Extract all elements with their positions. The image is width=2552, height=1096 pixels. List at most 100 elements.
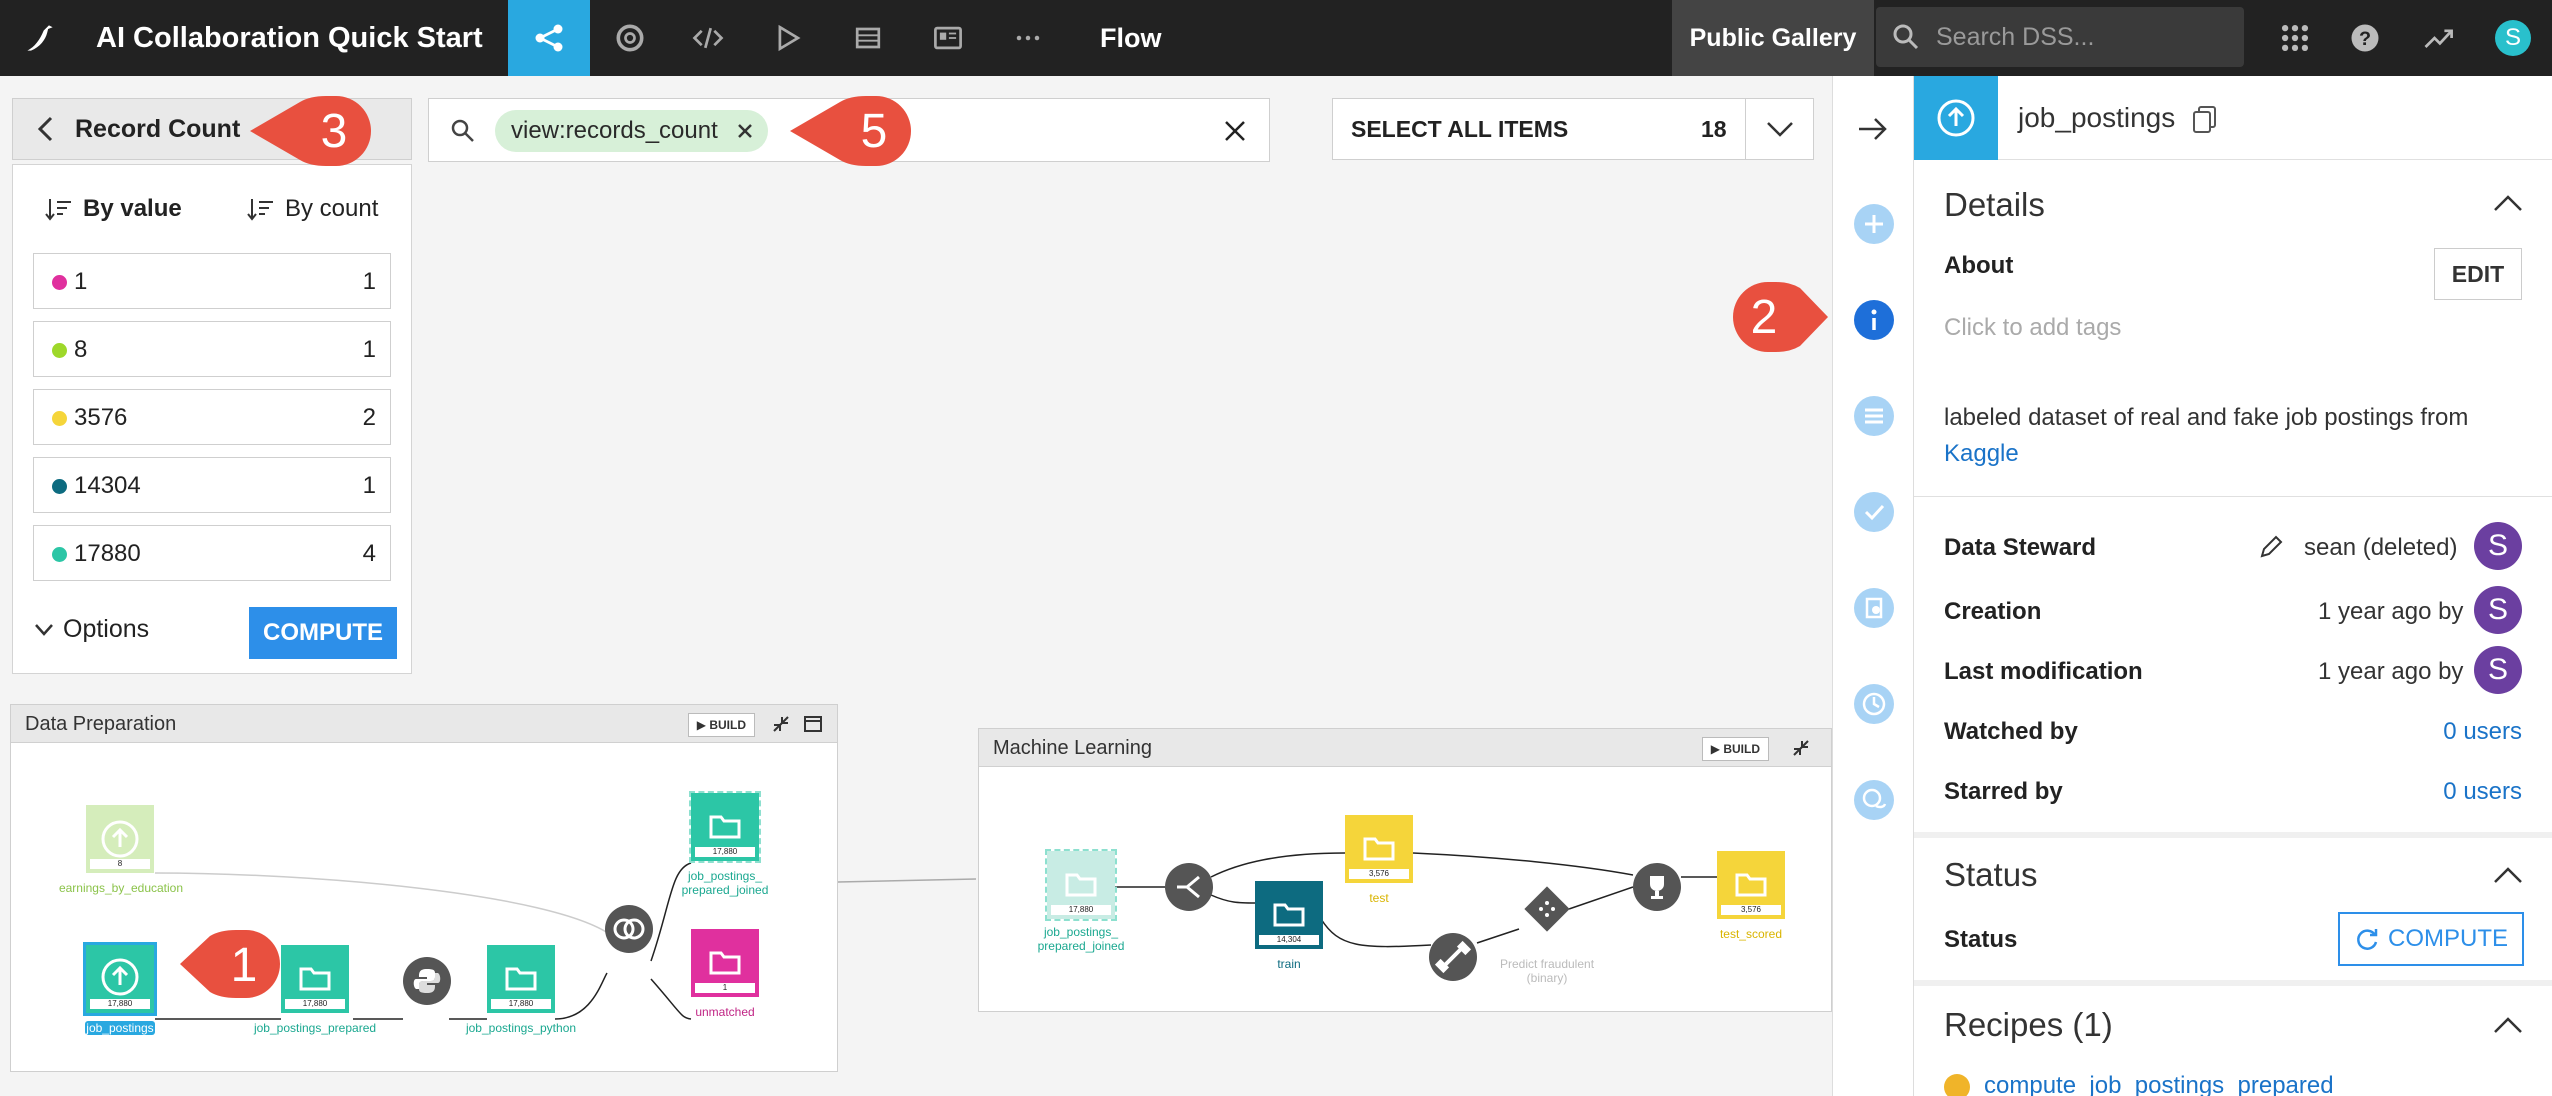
python-dataset-node[interactable]: 17,880: [487, 945, 555, 1013]
node-count: 3,576: [1349, 869, 1409, 879]
refresh-icon: [2357, 929, 2378, 950]
node-label: job_postings_python: [465, 1021, 577, 1035]
check-icon[interactable]: [1854, 492, 1894, 532]
unmatched-dataset-node[interactable]: 1: [691, 929, 759, 997]
chevron-up-icon[interactable]: [2492, 192, 2524, 214]
color-dot: [52, 343, 67, 358]
dashboard-icon[interactable]: [908, 0, 988, 76]
watched-by-link[interactable]: 0 users: [2443, 718, 2522, 746]
edit-button[interactable]: EDIT: [2434, 248, 2522, 300]
public-gallery-button[interactable]: Public Gallery: [1672, 0, 1874, 76]
options-toggle[interactable]: Options: [33, 615, 149, 644]
avatar[interactable]: S: [2474, 586, 2522, 634]
chevron-down-icon[interactable]: [1765, 119, 1795, 139]
select-all-items[interactable]: SELECT ALL ITEMS 18: [1332, 98, 1814, 160]
avatar[interactable]: S: [2474, 522, 2522, 570]
node-label: job_postings_prepared: [253, 1021, 377, 1035]
row-value: 3576: [74, 404, 128, 431]
collapse-icon[interactable]: [771, 714, 791, 734]
job-postings-dataset-node[interactable]: 17,880: [83, 942, 157, 1016]
upload-dataset-icon: [1914, 76, 1998, 160]
status-compute-button[interactable]: COMPUTE: [2338, 912, 2524, 966]
node-label: unmatched: [695, 1005, 755, 1019]
record-count-panel: By value By count 1 1 8 1 3576 2 14304 1…: [12, 164, 412, 674]
user-avatar[interactable]: S: [2474, 0, 2552, 76]
recipe-link[interactable]: compute_job_postings_prepared: [1984, 1072, 2334, 1096]
kaggle-link[interactable]: Kaggle: [1944, 440, 2019, 468]
train-recipe-node[interactable]: [1429, 933, 1477, 981]
copy-icon[interactable]: [2192, 104, 2218, 134]
flow-icon[interactable]: [508, 0, 590, 76]
close-icon[interactable]: [736, 122, 754, 140]
add-tags-field[interactable]: Click to add tags: [1944, 314, 2121, 342]
run-icon[interactable]: [748, 0, 828, 76]
build-button[interactable]: ▶ BUILD: [1701, 737, 1769, 761]
code-icon[interactable]: [668, 0, 748, 76]
pencil-icon[interactable]: [2256, 532, 2286, 562]
callout-5: 5: [780, 90, 920, 172]
last-modification-value: 1 year ago by: [2318, 658, 2464, 685]
split-recipe-node[interactable]: [1165, 863, 1213, 911]
model-node[interactable]: [1519, 881, 1575, 937]
sort-by-value[interactable]: By value: [45, 195, 182, 223]
test-dataset-node[interactable]: 3,576: [1345, 815, 1413, 883]
clear-icon[interactable]: [1223, 119, 1247, 143]
python-recipe-node[interactable]: [403, 957, 451, 1005]
maximize-icon[interactable]: [803, 714, 823, 734]
chevron-up-icon[interactable]: [2492, 1014, 2524, 1036]
search-input[interactable]: [1936, 22, 2226, 52]
value-row[interactable]: 17880 4: [33, 525, 391, 581]
lifecycle-icon[interactable]: [590, 0, 670, 76]
python-icon: [413, 969, 441, 993]
arrow-right-icon[interactable]: [1855, 114, 1891, 144]
creation-value: 1 year ago by: [2318, 598, 2464, 625]
sort-by-count-label: By count: [285, 195, 379, 222]
discussion-icon[interactable]: [1854, 780, 1894, 820]
chevron-up-icon[interactable]: [2492, 864, 2524, 886]
value-row[interactable]: 14304 1: [33, 457, 391, 513]
machine-learning-zone[interactable]: Machine Learning ▶ BUILD 17,880 job_post…: [978, 728, 1832, 1012]
join-recipe-node[interactable]: [605, 905, 653, 953]
apps-grid-icon[interactable]: [2256, 0, 2334, 76]
data-preparation-zone[interactable]: Data Preparation ▶ BUILD 8 earnings_by_e…: [10, 704, 838, 1072]
value-row[interactable]: 1 1: [33, 253, 391, 309]
callout-number: 3: [320, 105, 348, 158]
info-icon[interactable]: [1854, 300, 1894, 340]
plus-icon[interactable]: [1854, 204, 1894, 244]
project-title[interactable]: AI Collaboration Quick Start: [96, 0, 483, 76]
value-row[interactable]: 3576 2: [33, 389, 391, 445]
more-icon[interactable]: [988, 0, 1068, 76]
row-value: 14304: [74, 472, 141, 499]
build-button[interactable]: ▶ BUILD: [687, 713, 755, 737]
collapse-icon[interactable]: [1791, 738, 1811, 758]
options-label: Options: [63, 615, 150, 643]
node-count: 17,880: [1051, 905, 1111, 915]
trend-icon[interactable]: [2400, 0, 2478, 76]
filter-chip[interactable]: view:records_count: [495, 110, 768, 152]
prepared-dataset-node[interactable]: 17,880: [281, 945, 349, 1013]
row-count: 4: [362, 540, 376, 567]
train-dataset-node[interactable]: 14,304: [1255, 881, 1323, 949]
joined-dataset-node[interactable]: 17,880: [689, 791, 761, 863]
dataiku-bird-logo-icon[interactable]: [0, 0, 80, 76]
joined-dataset-node[interactable]: 17,880: [1045, 849, 1117, 921]
schema-icon[interactable]: [1854, 396, 1894, 436]
deployer-icon[interactable]: [828, 0, 908, 76]
earnings-dataset-node[interactable]: 8: [86, 805, 154, 873]
starred-by-link[interactable]: 0 users: [2443, 778, 2522, 806]
search-dss-box[interactable]: [1876, 7, 2244, 67]
search-icon: [1893, 24, 1919, 50]
value-row[interactable]: 8 1: [33, 321, 391, 377]
help-icon[interactable]: ?: [2326, 0, 2404, 76]
avatar[interactable]: S: [2474, 646, 2522, 694]
score-recipe-node[interactable]: [1633, 863, 1681, 911]
lineage-icon[interactable]: [1854, 588, 1894, 628]
test-scored-dataset-node[interactable]: 3,576: [1717, 851, 1785, 919]
last-modification-label: Last modification: [1944, 658, 2143, 685]
chevron-left-icon[interactable]: [35, 114, 57, 144]
node-count: 14,304: [1259, 935, 1319, 945]
clock-icon[interactable]: [1854, 684, 1894, 724]
compute-button[interactable]: COMPUTE: [249, 607, 397, 659]
description-text: labeled dataset of real and fake job pos…: [1944, 404, 2469, 431]
sort-by-count[interactable]: By count: [247, 195, 378, 223]
